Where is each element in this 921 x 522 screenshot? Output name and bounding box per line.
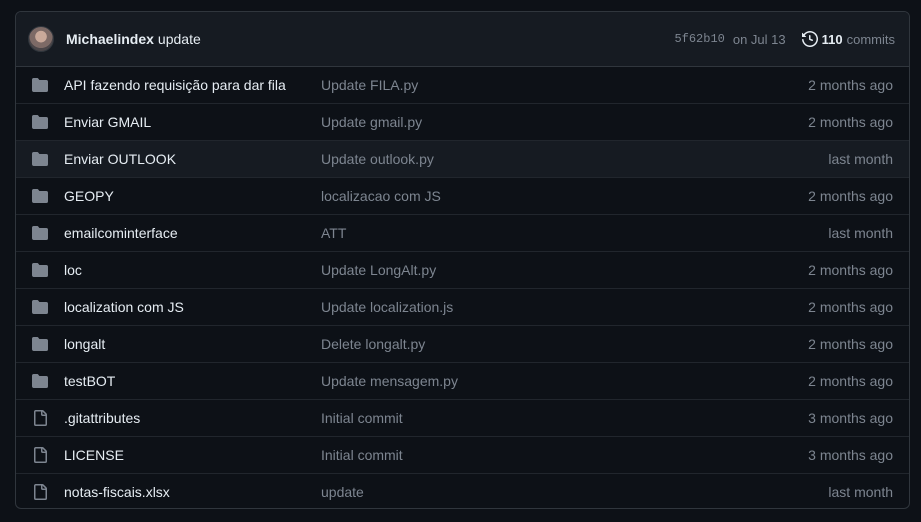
file-commit-message-link[interactable]: Update localization.js <box>321 299 808 315</box>
file-commit-age: 3 months ago <box>808 447 893 463</box>
file-commit-message-link[interactable]: Update FILA.py <box>321 77 808 93</box>
file-commit-message-link[interactable]: Initial commit <box>321 447 808 463</box>
file-commit-message-link[interactable]: Update mensagem.py <box>321 373 808 389</box>
file-name-link[interactable]: LICENSE <box>64 447 321 463</box>
file-row[interactable]: longalt Delete longalt.py 2 months ago <box>16 325 909 362</box>
file-commit-age: 2 months ago <box>808 188 893 204</box>
file-commit-age: 2 months ago <box>808 336 893 352</box>
file-commit-message-link[interactable]: Update gmail.py <box>321 114 808 130</box>
file-name-link[interactable]: testBOT <box>64 373 321 389</box>
file-name-link[interactable]: .gitattributes <box>64 410 321 426</box>
file-name-link[interactable]: localization com JS <box>64 299 321 315</box>
file-row[interactable]: localization com JS Update localization.j… <box>16 288 909 325</box>
file-row[interactable]: Enviar GMAIL Update gmail.py 2 months ago <box>16 103 909 140</box>
file-commit-age: last month <box>828 151 893 167</box>
file-row[interactable]: Enviar OUTLOOK Update outlook.py last mont… <box>16 140 909 177</box>
file-commit-message-link[interactable]: Delete longalt.py <box>321 336 808 352</box>
file-row[interactable]: notas-fiscais.xlsx update last month <box>16 473 909 508</box>
file-name-link[interactable]: notas-fiscais.xlsx <box>64 484 321 500</box>
file-commit-age: last month <box>828 484 893 500</box>
commits-label: commits <box>846 31 895 47</box>
latest-commit-bar: Michaelindex update 5f62b10 on Jul 13 11… <box>16 12 909 67</box>
folder-icon <box>32 300 48 314</box>
file-commit-message-link[interactable]: ATT <box>321 225 828 241</box>
folder-icon <box>32 189 48 203</box>
file-commit-age: 2 months ago <box>808 114 893 130</box>
file-row[interactable]: emailcominterface ATT last month <box>16 214 909 251</box>
file-name-link[interactable]: longalt <box>64 336 321 352</box>
file-name-link[interactable]: GEOPY <box>64 188 321 204</box>
folder-icon <box>32 152 48 166</box>
folder-icon <box>32 78 48 92</box>
file-row[interactable]: API fazendo requisição para dar fila Upda… <box>16 67 909 103</box>
file-commit-message-link[interactable]: Update LongAlt.py <box>321 262 808 278</box>
file-row[interactable]: loc Update LongAlt.py 2 months ago <box>16 251 909 288</box>
file-commit-message-link[interactable]: localizacao com JS <box>321 188 808 204</box>
file-name-link[interactable]: emailcominterface <box>64 225 321 241</box>
file-row[interactable]: LICENSE Initial commit 3 months ago <box>16 436 909 473</box>
commit-message-link[interactable]: update <box>158 31 201 47</box>
file-commit-message-link[interactable]: Initial commit <box>321 410 808 426</box>
file-name-link[interactable]: Enviar OUTLOOK <box>64 151 321 167</box>
file-row[interactable]: GEOPY localizacao com JS 2 months ago <box>16 177 909 214</box>
file-name-link[interactable]: API fazendo requisição para dar fila <box>64 77 321 93</box>
file-name-link[interactable]: loc <box>64 262 321 278</box>
commit-count: 110 <box>821 31 843 47</box>
file-commit-age: last month <box>828 225 893 241</box>
folder-icon <box>32 226 48 240</box>
file-commit-message-link[interactable]: update <box>321 484 828 500</box>
file-commit-age: 3 months ago <box>808 410 893 426</box>
commit-history-link[interactable]: 110 commits <box>801 31 895 47</box>
file-icon <box>34 447 47 463</box>
folder-icon <box>32 115 48 129</box>
file-commit-age: 2 months ago <box>808 373 893 389</box>
commit-date: on Jul 13 <box>732 31 786 47</box>
file-icon <box>34 484 47 500</box>
folder-icon <box>32 337 48 351</box>
avatar[interactable] <box>28 26 54 52</box>
file-name-link[interactable]: Enviar GMAIL <box>64 114 321 130</box>
commit-sha-link[interactable]: 5f62b10 <box>674 32 724 46</box>
history-icon <box>801 31 818 47</box>
file-commit-age: 2 months ago <box>808 77 893 93</box>
folder-icon <box>32 263 48 277</box>
file-icon <box>34 410 47 426</box>
file-browser: Michaelindex update 5f62b10 on Jul 13 11… <box>15 11 910 509</box>
file-list: API fazendo requisição para dar fila Upda… <box>16 67 909 508</box>
file-commit-message-link[interactable]: Update outlook.py <box>321 151 828 167</box>
file-row[interactable]: testBOT Update mensagem.py 2 months ago <box>16 362 909 399</box>
folder-icon <box>32 374 48 388</box>
file-commit-age: 2 months ago <box>808 262 893 278</box>
commit-author-link[interactable]: Michaelindex <box>66 31 154 47</box>
file-commit-age: 2 months ago <box>808 299 893 315</box>
file-row[interactable]: .gitattributes Initial commit 3 months ago <box>16 399 909 436</box>
